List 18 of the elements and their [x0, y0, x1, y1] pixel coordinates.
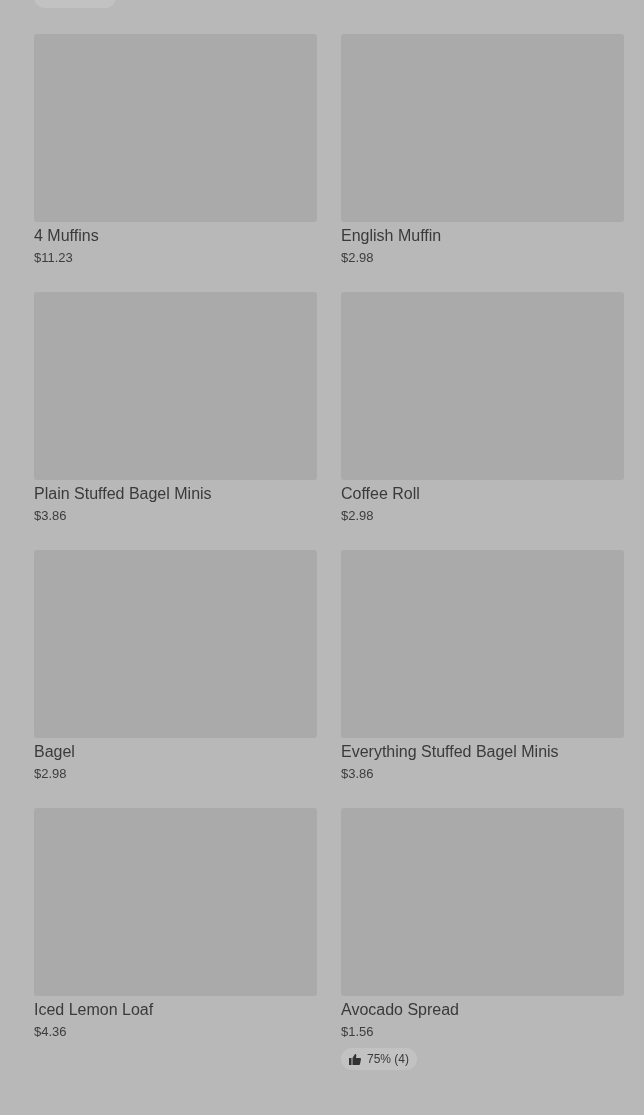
product-name[interactable]: Iced Lemon Loaf	[34, 1000, 317, 1020]
product-price: $1.56	[341, 1024, 375, 1040]
rating-badge: 75% (4)	[341, 1048, 418, 1070]
product-name[interactable]: Everything Stuffed Bagel Minis	[341, 742, 624, 762]
product-name[interactable]: 4 Muffins	[34, 226, 317, 246]
product-price: $3.86	[341, 766, 375, 782]
thumbs-up-icon	[349, 1053, 361, 1065]
product-price: $2.98	[341, 508, 375, 524]
product-name[interactable]: Coffee Roll	[341, 484, 624, 504]
product-name[interactable]: Avocado Spread	[341, 1000, 624, 1020]
product-price: $3.86	[34, 508, 68, 524]
product-name[interactable]: Bagel	[34, 742, 317, 762]
product-price: $4.36	[34, 1024, 68, 1040]
product-price: $11.23	[34, 250, 74, 266]
product-name[interactable]: English Muffin	[341, 226, 624, 246]
product-price: $2.98	[341, 250, 375, 266]
product-name[interactable]: Plain Stuffed Bagel Minis	[34, 484, 317, 504]
product-price: $2.98	[34, 766, 68, 782]
